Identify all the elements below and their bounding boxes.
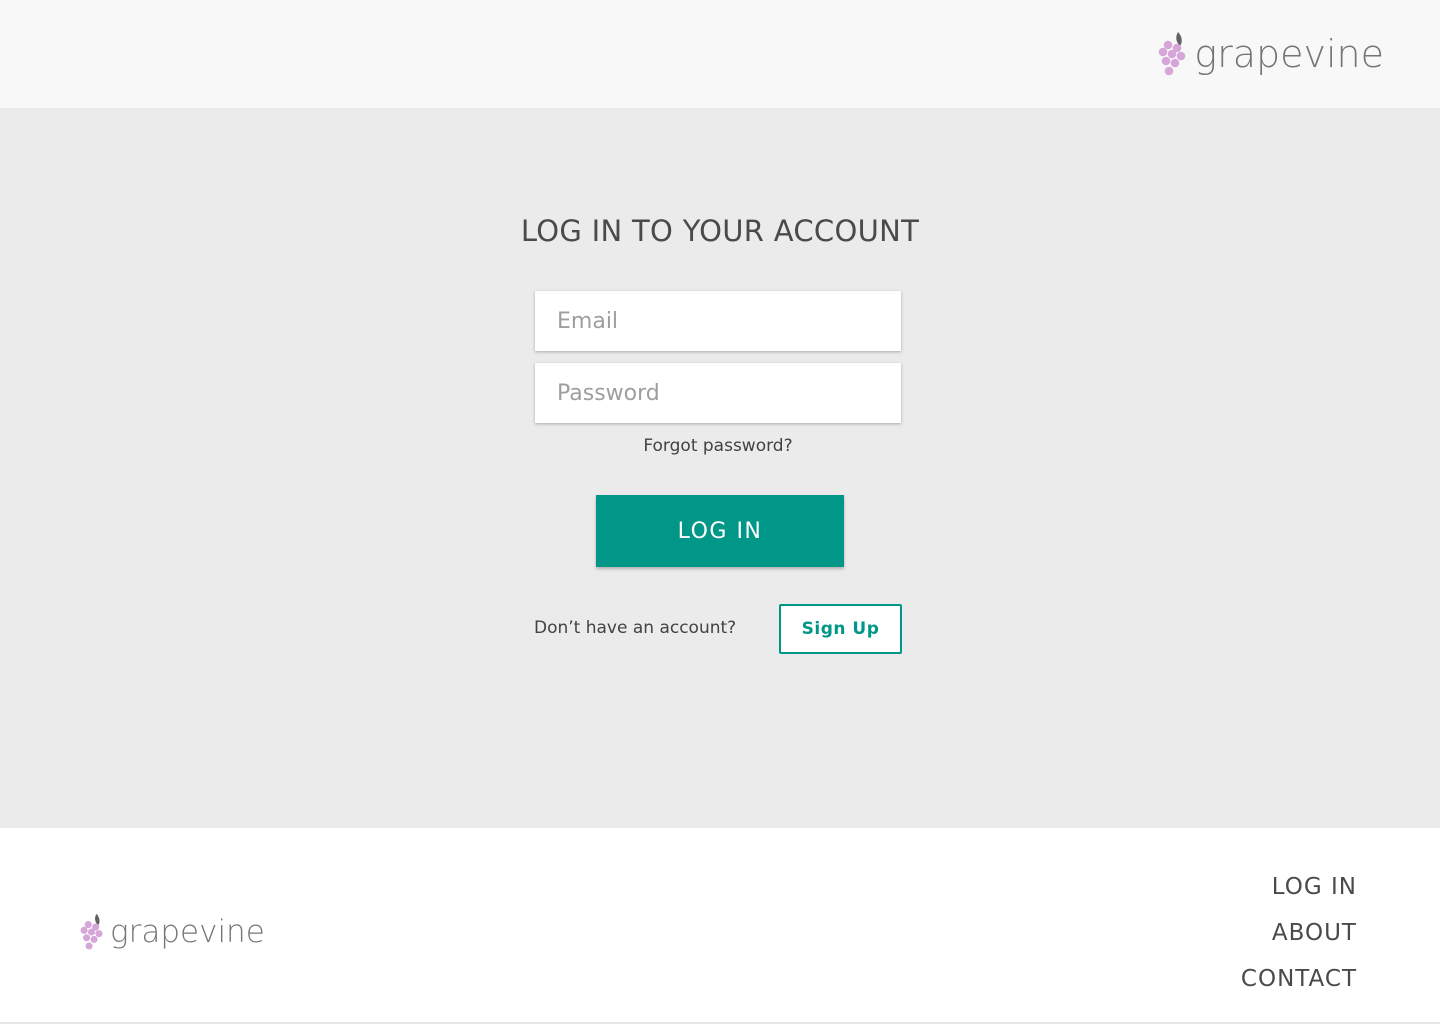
grapes-icon xyxy=(1158,32,1186,76)
login-button[interactable]: LOG IN xyxy=(596,495,844,567)
no-account-text: Don’t have an account? xyxy=(534,618,737,638)
footer-link-login[interactable]: LOG IN xyxy=(1241,864,1357,910)
password-input[interactable] xyxy=(535,363,901,423)
grapes-icon xyxy=(80,913,103,950)
site-footer: grapevine LOG IN ABOUT CONTACT xyxy=(0,828,1440,1024)
footer-nav: LOG IN ABOUT CONTACT xyxy=(1241,864,1357,1002)
site-header: grapevine xyxy=(0,0,1440,108)
header-logo[interactable]: grapevine xyxy=(1158,30,1384,78)
footer-link-about[interactable]: ABOUT xyxy=(1241,910,1357,956)
email-input[interactable] xyxy=(535,291,901,351)
footer-link-contact[interactable]: CONTACT xyxy=(1241,956,1357,1002)
brand-wordmark: grapevine xyxy=(110,913,265,950)
forgot-password-link[interactable]: Forgot password? xyxy=(535,436,901,456)
signup-button[interactable]: Sign Up xyxy=(779,604,902,654)
brand-wordmark: grapevine xyxy=(1194,32,1384,76)
page-title: LOG IN TO YOUR ACCOUNT xyxy=(520,214,920,248)
login-section: LOG IN TO YOUR ACCOUNT Forgot password? … xyxy=(0,108,1440,828)
footer-logo[interactable]: grapevine xyxy=(80,912,265,952)
